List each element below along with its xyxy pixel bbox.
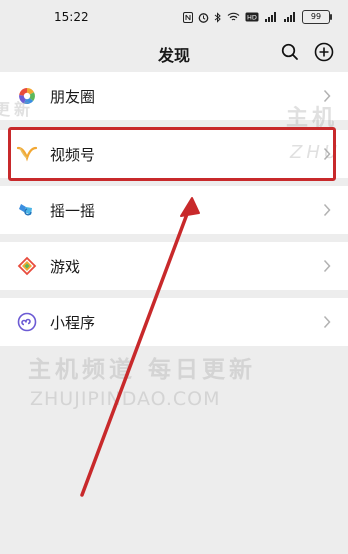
- search-icon: [281, 43, 298, 60]
- list-section-games: 游戏: [0, 242, 348, 290]
- nfc-icon: [183, 11, 193, 23]
- add-button[interactable]: [312, 40, 336, 64]
- list-section-channels: 视频号: [0, 130, 348, 178]
- add-circle-icon: [314, 42, 334, 62]
- signal-icon: [265, 12, 276, 22]
- watermark-chinese: 主机频道 每日更新: [28, 357, 257, 383]
- menu-item-label: 视频号: [50, 145, 96, 164]
- battery-icon: 99: [302, 10, 332, 24]
- chevron-right-icon: [322, 202, 332, 218]
- list-section-shake: 摇一摇: [0, 186, 348, 234]
- menu-item-mini-programs[interactable]: 小程序: [0, 298, 348, 346]
- menu-item-moments[interactable]: 朋友圈: [0, 72, 348, 120]
- search-button[interactable]: [278, 40, 302, 64]
- status-icons: HD 99: [183, 10, 332, 24]
- shake-icon: [16, 199, 38, 221]
- menu-item-label: 游戏: [50, 257, 81, 276]
- menu-item-label: 朋友圈: [50, 87, 96, 106]
- watermark-latin: ZHUJIPINDAO.COM: [30, 388, 221, 410]
- wifi-icon: [227, 12, 240, 21]
- nav-bar: 发现: [0, 34, 348, 70]
- signal-icon-2: [284, 12, 295, 22]
- menu-item-shake[interactable]: 摇一摇: [0, 186, 348, 234]
- status-time: 15:22: [54, 10, 89, 24]
- list-section-moments: 朋友圈: [0, 72, 348, 120]
- menu-item-games[interactable]: 游戏: [0, 242, 348, 290]
- menu-item-channels[interactable]: 视频号: [0, 130, 348, 178]
- svg-text:HD: HD: [247, 14, 257, 22]
- alarm-icon: [198, 12, 209, 23]
- list-section-mini-programs: 小程序: [0, 298, 348, 346]
- hd-icon: HD: [245, 12, 259, 22]
- chevron-right-icon: [322, 314, 332, 330]
- menu-item-label: 摇一摇: [50, 201, 96, 220]
- chevron-right-icon: [322, 146, 332, 162]
- status-bar: 15:22 HD 99: [0, 0, 348, 34]
- chevron-right-icon: [322, 258, 332, 274]
- bluetooth-icon: [214, 11, 221, 23]
- games-icon: [16, 255, 38, 277]
- mini-programs-icon: [16, 311, 38, 333]
- menu-item-label: 小程序: [50, 313, 96, 332]
- moments-icon: [16, 85, 38, 107]
- channels-icon: [16, 143, 38, 165]
- chevron-right-icon: [322, 88, 332, 104]
